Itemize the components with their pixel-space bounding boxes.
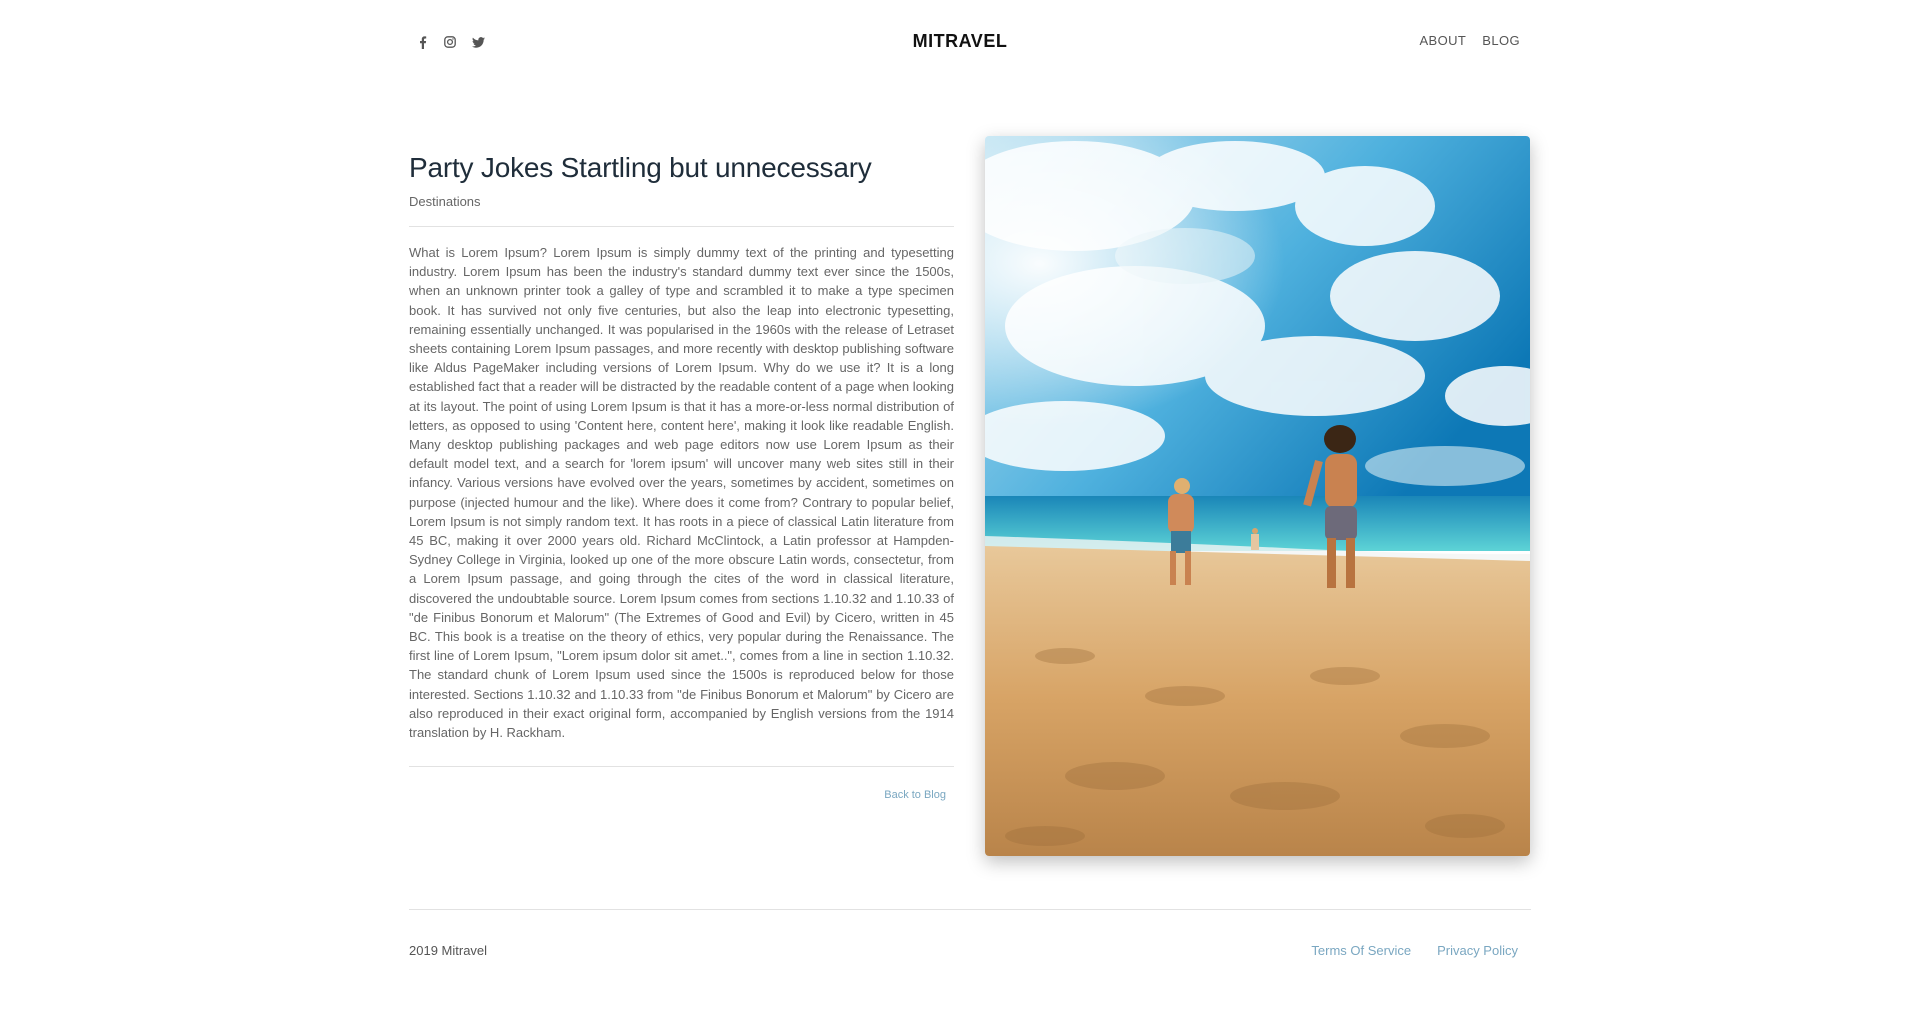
- nav-blog[interactable]: BLOG: [1482, 33, 1520, 48]
- footer-links: Terms Of Service Privacy Policy: [1311, 943, 1518, 958]
- article-body: What is Lorem Ipsum? Lorem Ipsum is simp…: [409, 245, 954, 741]
- site-header: MITRAVEL ABOUT BLOG: [0, 0, 1920, 84]
- nav-about[interactable]: ABOUT: [1419, 33, 1466, 48]
- divider: [409, 766, 954, 768]
- site-logo[interactable]: MITRAVEL: [0, 31, 1920, 52]
- divider: [409, 226, 954, 227]
- copyright: 2019 Mitravel: [409, 943, 488, 958]
- article: Party Jokes Startling but unnecessary De…: [409, 150, 954, 801]
- back-to-blog-link[interactable]: Back to Blog: [409, 789, 954, 801]
- article-title: Party Jokes Startling but unnecessary: [409, 152, 872, 183]
- article-photo: [985, 136, 1530, 856]
- privacy-policy-link[interactable]: Privacy Policy: [1437, 943, 1518, 958]
- footer-divider: [409, 909, 1531, 910]
- main-nav: ABOUT BLOG: [1419, 33, 1520, 48]
- article-category: Destinations: [409, 194, 481, 209]
- terms-of-service-link[interactable]: Terms Of Service: [1311, 943, 1411, 958]
